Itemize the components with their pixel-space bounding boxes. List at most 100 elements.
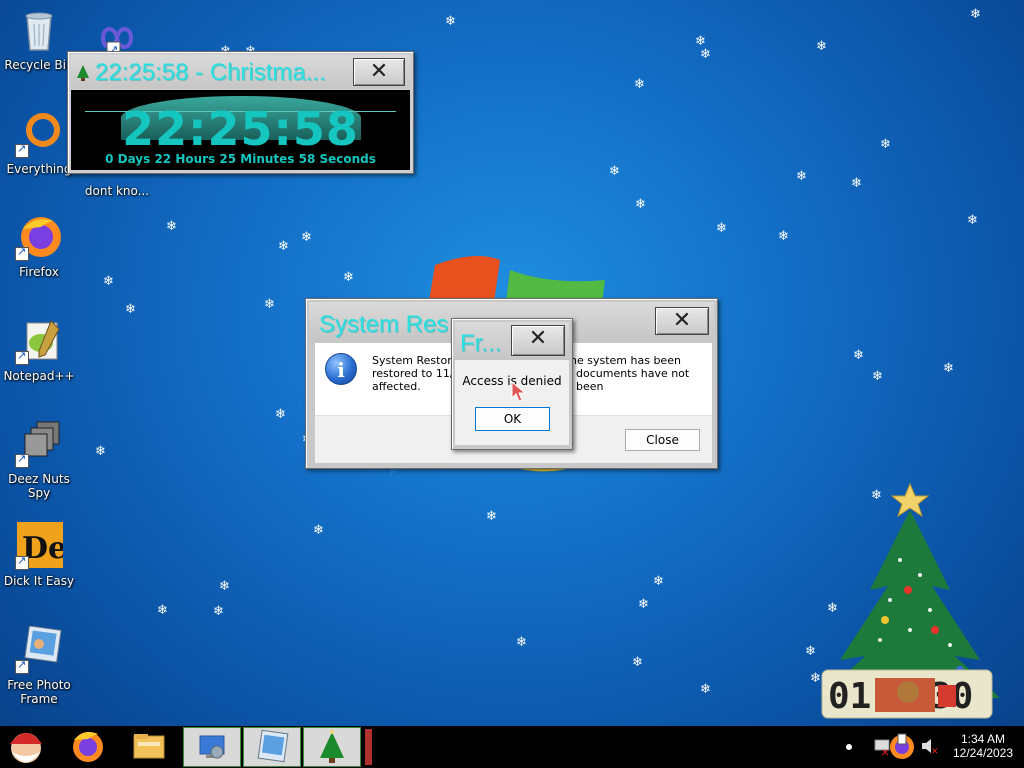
snowflake-icon: ❄: [213, 604, 224, 619]
mouse-pointer-icon: [511, 381, 527, 402]
shortcut-arrow-icon: [15, 245, 29, 261]
snowflake-icon: ❄: [816, 39, 827, 54]
countdown-title: 22:25:58 - Christma...: [95, 59, 326, 86]
message-line: affected.: [372, 380, 421, 393]
desktop-icon-free-photo-frame[interactable]: Free Photo Frame: [0, 625, 78, 706]
snowflake-icon: ❄: [166, 219, 177, 234]
desktop-settings-icon: [199, 735, 225, 759]
snowflake-icon: ❄: [264, 297, 275, 312]
recycle-bin-icon: [15, 6, 63, 54]
desktop-icon-label: Notepad++: [3, 369, 75, 383]
shortcut-arrow-icon: [15, 554, 29, 570]
taskbar-app-photo-frame[interactable]: [243, 727, 301, 767]
snowflake-icon: ❄: [700, 682, 711, 697]
snowflake-icon: ❄: [219, 579, 230, 594]
clock-date: 12/24/2023: [952, 746, 1014, 760]
snowflake-icon: ❄: [516, 635, 527, 650]
photo-frame-icon: [15, 625, 63, 674]
snowflake-icon: ❄: [632, 655, 643, 670]
snowflake-icon: ❄: [967, 213, 978, 228]
photo-frame-icon: [257, 729, 289, 763]
everything-search-icon: [15, 110, 63, 158]
snowflake-icon: ❄: [880, 137, 891, 152]
firefox-tray-icon[interactable]: [888, 732, 916, 762]
desktop-icon-label: Free Photo Frame: [7, 678, 71, 706]
snowflake-icon: ❄: [796, 169, 807, 184]
snowflake-icon: ❄: [301, 230, 312, 245]
shortcut-arrow-icon: [15, 142, 29, 158]
system-restore-close-x-button[interactable]: ✕: [655, 307, 709, 335]
taskbar-show-handle[interactable]: [365, 729, 372, 765]
snowflake-icon: ❄: [634, 77, 645, 92]
file-explorer-icon: [133, 734, 165, 759]
countdown-close-button[interactable]: ✕: [353, 58, 405, 86]
access-denied-title: Fr...: [460, 330, 502, 357]
snowflake-icon: ❄: [872, 369, 883, 384]
snowflake-icon: ❄: [943, 361, 954, 376]
snowflake-icon: ❄: [278, 239, 289, 254]
taskbar-app-desktop-settings[interactable]: [183, 727, 241, 767]
desktop-icon-dick-it-easy[interactable]: De Dick It Easy: [0, 522, 78, 588]
notepad-plus-plus-icon: [15, 317, 63, 365]
access-denied-titlebar[interactable]: Fr... ✕: [455, 322, 569, 360]
snowflake-icon: ❄: [778, 229, 789, 244]
system-restore-title: System Res: [319, 311, 449, 338]
message-line: restored to 11/2: [372, 367, 461, 380]
desktop-icon-deez-nuts-spy[interactable]: Deez Nuts Spy: [0, 420, 78, 500]
info-icon: i: [325, 353, 357, 385]
volume-muted-icon[interactable]: ✕: [920, 736, 940, 756]
snowflake-icon: ❄: [805, 644, 816, 659]
countdown-display: 22:25:58 0 Days 22 Hours 25 Minutes 58 S…: [71, 90, 410, 170]
desktop-icon-label: Dick It Easy: [3, 574, 75, 588]
snowflake-icon: ❄: [635, 197, 646, 212]
svg-text:✕: ✕: [931, 747, 939, 756]
santa-start-icon: [10, 733, 42, 763]
snowflake-icon: ❄: [103, 274, 114, 289]
notification-dot-icon[interactable]: [846, 744, 852, 750]
snowflake-icon: ❄: [275, 407, 286, 422]
countdown-titlebar[interactable]: 22:25:58 - Christma... ✕: [71, 55, 410, 89]
desktop-icon-notepad-plus-plus[interactable]: Notepad++: [0, 317, 78, 383]
close-button[interactable]: Close: [625, 429, 700, 451]
start-button[interactable]: [2, 726, 50, 768]
taskbar: ✕ ✕ 1:34 AM 12/24/2023: [0, 726, 1024, 768]
taskbar-app-christmas-tree[interactable]: [303, 727, 361, 767]
snowflake-icon: ❄: [343, 270, 354, 285]
desktop[interactable]: ❄ ❄ ❄ ❄ ❄ ❄ ❄ ❄ ❄ ❄ ❄ ❄ ❄ ❄ ❄ ❄ ❄ ❄ ❄ ❄ ❄ ❄ ❄ ❄ ❄ ❄ ❄ ❄ ❄ ❄ ❄ ❄ ❄ ❄ ❄ ❄ ❄ ❄ ❄ ❄…: [0, 0, 1024, 726]
stacked-windows-icon: [15, 420, 63, 468]
ok-button[interactable]: OK: [475, 407, 550, 431]
taskbar-clock[interactable]: 1:34 AM 12/24/2023: [944, 732, 1022, 760]
shortcut-arrow-icon: [15, 349, 29, 365]
desktop-icon-label: Deez Nuts Spy: [8, 472, 70, 500]
firefox-icon: [15, 213, 63, 261]
message-line: he system has been: [570, 354, 681, 367]
snowflake-icon: ❄: [157, 603, 168, 618]
taskbar-firefox[interactable]: [66, 726, 110, 768]
snowflake-icon: ❄: [313, 523, 324, 538]
snowflake-icon: ❄: [95, 444, 106, 459]
christmas-tree-icon: [320, 730, 344, 763]
countdown-window[interactable]: 22:25:58 - Christma... ✕ 22:25:58 0 Days…: [67, 51, 414, 174]
snowflake-icon: ❄: [851, 176, 862, 191]
snowflake-icon: ❄: [853, 348, 864, 363]
svg-text:01: 01: [828, 676, 871, 717]
taskbar-file-explorer[interactable]: [128, 726, 170, 768]
access-denied-close-x-button[interactable]: ✕: [511, 325, 565, 356]
countdown-detail: 0 Days 22 Hours 25 Minutes 58 Seconds: [105, 152, 376, 166]
snowflake-icon: ❄: [653, 574, 664, 589]
countdown-time: 22:25:58: [122, 102, 359, 156]
shortcut-arrow-icon: [15, 658, 29, 674]
message-line: System Restore: [372, 354, 459, 367]
snowflake-icon: ❄: [609, 164, 620, 179]
de-app-icon: De: [15, 522, 67, 570]
snowflake-icon: ❄: [716, 221, 727, 236]
snowflake-icon: ❄: [445, 14, 456, 29]
desktop-icon-firefox[interactable]: Firefox: [0, 213, 78, 279]
clock-time: 1:34 AM: [960, 732, 1006, 746]
snowflake-icon: ❄: [638, 597, 649, 612]
snowflake-icon: ❄: [970, 7, 981, 22]
christmas-tree-icon: [77, 65, 89, 81]
firefox-icon: [73, 732, 103, 762]
snowflake-icon: ❄: [125, 302, 136, 317]
christmas-tree-gadget[interactable]: 0130: [820, 480, 1024, 725]
